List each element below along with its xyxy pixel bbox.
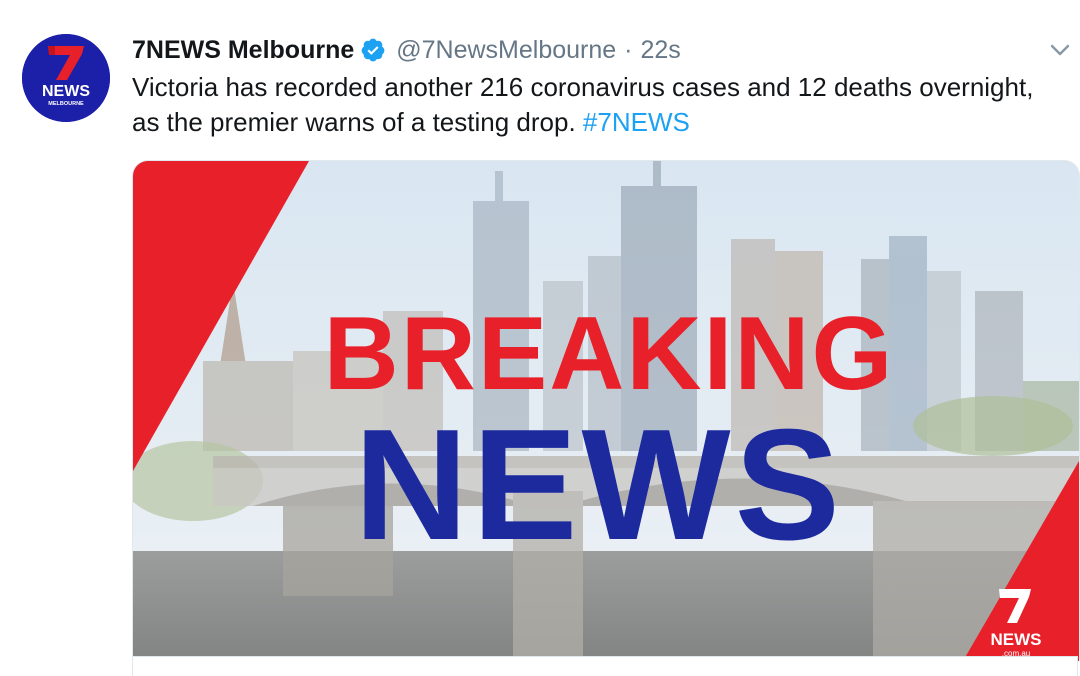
avatar-logo-text: NEWS	[42, 83, 90, 100]
tweet[interactable]: NEWS MELBOURNE 7NEWS Melbourne @7NewsMel…	[0, 0, 1080, 676]
avatar-logo-subtext: MELBOURNE	[48, 101, 84, 107]
hashtag-link[interactable]: #7NEWS	[583, 107, 690, 137]
headline-news: NEWS	[354, 397, 844, 573]
chevron-down-icon[interactable]	[1048, 40, 1072, 60]
watermark-text: NEWS	[991, 630, 1042, 649]
media-card-footer	[132, 656, 1078, 676]
media-image[interactable]: BREAKING NEWS NEWS .com.au	[132, 160, 1080, 661]
handle[interactable]: @7NewsMelbourne	[396, 36, 616, 65]
display-name[interactable]: 7NEWS Melbourne	[132, 36, 354, 65]
headline-breaking: BREAKING	[324, 296, 895, 412]
separator-dot: ·	[624, 35, 633, 64]
tweet-text: Victoria has recorded another 216 corona…	[132, 70, 1062, 140]
breaking-news-graphic: BREAKING NEWS NEWS .com.au	[133, 161, 1079, 661]
tweet-header: 7NEWS Melbourne @7NewsMelbourne · 22s	[132, 34, 681, 66]
verified-badge-icon	[360, 37, 386, 63]
7news-logo: NEWS MELBOURNE	[22, 34, 110, 122]
avatar[interactable]: NEWS MELBOURNE	[22, 34, 110, 122]
timestamp[interactable]: 22s	[641, 36, 681, 65]
